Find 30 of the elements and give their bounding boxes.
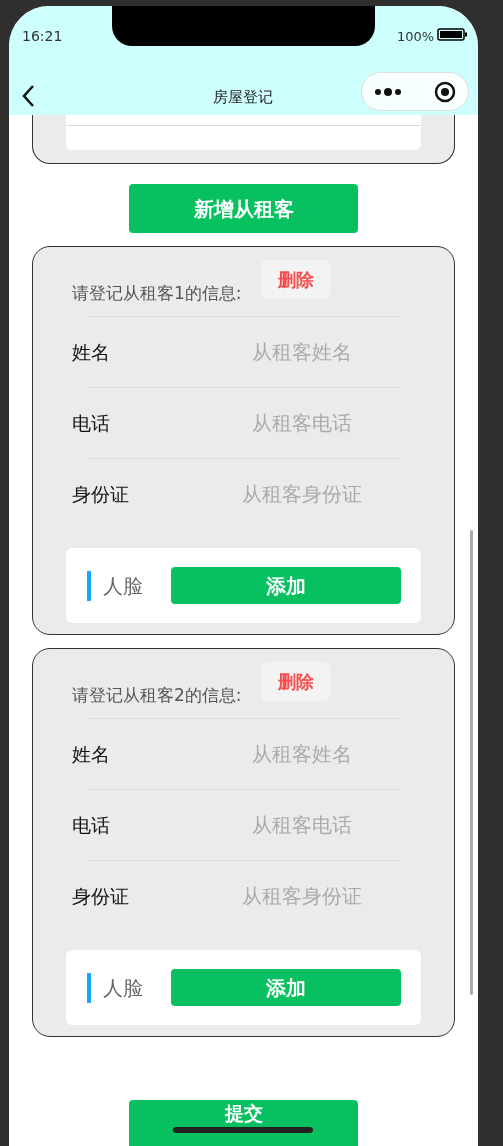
battery-percent: 100% (397, 28, 435, 46)
tenant-heading: 请登记从租客2的信息: (72, 685, 242, 705)
battery-icon (437, 28, 467, 41)
input-field[interactable]: 从租客姓名 (172, 739, 432, 769)
accent-bar (87, 972, 91, 1003)
field-label: 姓名 (72, 741, 111, 767)
delete-button[interactable]: 删除 (261, 662, 330, 701)
add-face-button[interactable]: 添加 (171, 567, 401, 604)
field-label: 姓名 (72, 339, 111, 365)
nav-title: 房屋登记 (212, 87, 274, 108)
delete-button[interactable]: 删除 (261, 260, 330, 299)
tenant-heading: 请登记从租客1的信息: (72, 283, 242, 303)
field-label: 身份证 (72, 883, 130, 909)
accent-bar (87, 570, 91, 601)
input-field[interactable]: 从租客姓名 (172, 337, 432, 367)
field-label: 身份证 (72, 481, 130, 507)
submit-button[interactable]: 提交 (129, 1100, 358, 1146)
add-face-button[interactable]: 添加 (171, 969, 401, 1006)
back-icon[interactable] (21, 84, 35, 108)
face-label: 人脸 (103, 974, 144, 1002)
input-field[interactable]: 从租客电话 (172, 810, 432, 840)
field-label: 电话 (72, 410, 111, 436)
field-label: 电话 (72, 812, 111, 838)
status-time: 16:21 (22, 27, 63, 46)
input-field[interactable]: 从租客身份证 (172, 881, 432, 911)
face-label: 人脸 (103, 572, 144, 600)
more-icon[interactable] (374, 86, 402, 97)
add-tenant-button[interactable]: 新增从租客 (129, 184, 358, 233)
input-field[interactable]: 从租客电话 (172, 408, 432, 438)
input-field[interactable]: 从租客身份证 (172, 479, 432, 509)
